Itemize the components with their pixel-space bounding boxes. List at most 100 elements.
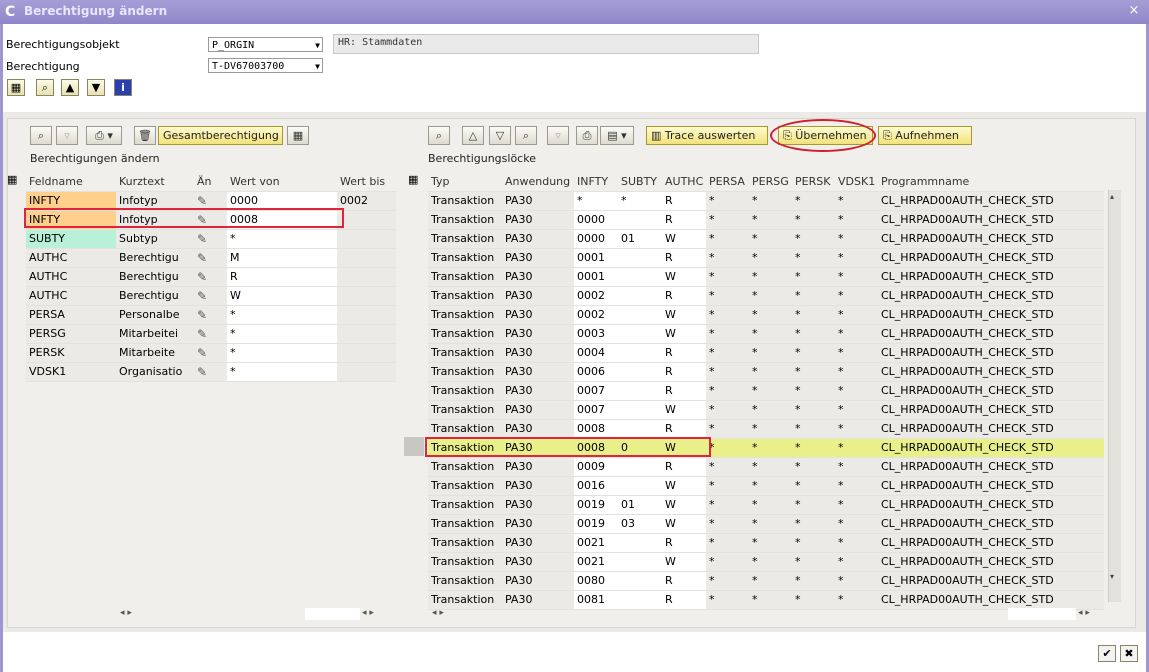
close-icon[interactable]: × — [1127, 4, 1141, 18]
export-icon[interactable]: ▤ ▾ — [600, 126, 634, 145]
table-row[interactable]: AUTHC Berechtigu ✎ W — [26, 286, 396, 306]
table-row[interactable]: AUTHC Berechtigu ✎ M — [26, 248, 396, 268]
value-from-input[interactable]: M — [227, 248, 337, 268]
scroll-left-icon[interactable]: ◂ ▸ — [432, 608, 444, 618]
vertical-scrollbar[interactable] — [1108, 190, 1121, 602]
value-from-input[interactable]: * — [227, 305, 337, 325]
col-header-persk[interactable]: PERSK — [792, 172, 835, 192]
pencil-icon[interactable]: ✎ — [194, 324, 227, 344]
col-header-persa[interactable]: PERSA — [706, 172, 749, 192]
grid-settings-icon[interactable]: ▦ — [408, 173, 418, 186]
value-from-input[interactable]: * — [227, 324, 337, 344]
pencil-icon[interactable]: ✎ — [194, 343, 227, 363]
scroll-left-icon[interactable]: ◂ ▸ — [120, 608, 132, 618]
value-to-input[interactable] — [337, 267, 396, 287]
value-to-input[interactable] — [337, 324, 396, 344]
table-row[interactable]: Transaktion PA30 0081 R * * * * CL_HRPAD00AUTH_C… — [428, 590, 1104, 610]
pencil-icon[interactable]: ✎ — [194, 305, 227, 325]
table-row[interactable]: Transaktion PA30 0006 R * * * * CL_HRPAD00AUTH_C… — [428, 362, 1104, 382]
trace-evaluate-button[interactable]: ▥ Trace auswerten — [646, 126, 768, 145]
table-row[interactable]: AUTHC Berechtigu ✎ R — [26, 267, 396, 287]
value-to-input[interactable] — [337, 248, 396, 268]
pencil-icon[interactable]: ✎ — [194, 286, 227, 306]
col-header-anwendung[interactable]: Anwendung — [502, 172, 574, 192]
value-to-input[interactable] — [337, 286, 396, 306]
scroll-up-icon[interactable]: ▴ — [1110, 192, 1114, 201]
value-from-input[interactable]: * — [227, 362, 337, 382]
col-header-typ[interactable]: Typ — [428, 172, 502, 192]
table-row[interactable]: Transaktion PA30 0001 R * * * * CL_HRPAD00AUTH_C… — [428, 248, 1104, 268]
detail-icon[interactable]: ▦ — [7, 79, 25, 96]
col-header-authc[interactable]: AUTHC — [662, 172, 706, 192]
table-row[interactable]: PERSK Mitarbeite ✎ * — [26, 343, 396, 363]
row-selector[interactable] — [404, 437, 424, 456]
table-row[interactable]: Transaktion PA30 0007 R * * * * CL_HRPAD00AUTH_C… — [428, 381, 1104, 401]
horizontal-scrollbar[interactable] — [305, 608, 360, 620]
pencil-icon[interactable]: ✎ — [194, 362, 227, 382]
col-header-wert-von[interactable]: Wert von — [227, 172, 337, 192]
print-icon[interactable]: ⎙ ▾ — [86, 126, 122, 145]
horizontal-scrollbar[interactable] — [1008, 608, 1076, 620]
sort-desc-icon[interactable]: ▽ — [489, 126, 511, 145]
check-icon[interactable]: ✔ — [1098, 645, 1116, 662]
down-icon[interactable]: ▼ — [87, 79, 105, 96]
object-field[interactable]: P_ORGIN ▼ — [208, 37, 323, 52]
table-row[interactable]: Transaktion PA30 0080 R * * * * CL_HRPAD00AUTH_C… — [428, 571, 1104, 591]
full-authorization-button[interactable]: Gesamtberechtigung — [158, 126, 283, 145]
find-icon[interactable]: ⌕ — [515, 126, 537, 145]
chevron-down-icon[interactable]: ▼ — [315, 38, 320, 53]
auth-field[interactable]: T-DV67003700 ▼ — [208, 58, 323, 73]
pencil-icon[interactable]: ✎ — [194, 248, 227, 268]
table-row[interactable]: PERSA Personalbe ✎ * — [26, 305, 396, 325]
col-header-aen[interactable]: Än — [194, 172, 227, 192]
value-from-input[interactable]: * — [227, 229, 337, 249]
pencil-icon[interactable]: ✎ — [194, 267, 227, 287]
table-row[interactable]: Transaktion PA30 0019 01 W * * * * CL_HRPAD00AUTH… — [428, 495, 1104, 515]
table-row[interactable]: VDSK1 Organisatio ✎ * — [26, 362, 396, 382]
col-header-vdsk1[interactable]: VDSK1 — [835, 172, 878, 192]
col-header-wert-bis[interactable]: Wert bis — [337, 172, 396, 192]
value-from-input[interactable]: * — [227, 343, 337, 363]
table-row[interactable]: Transaktion PA30 0009 R * * * * CL_HRPAD00AUTH_C… — [428, 457, 1104, 477]
col-header-subty[interactable]: SUBTY — [618, 172, 662, 192]
value-to-input[interactable] — [337, 343, 396, 363]
table-row[interactable]: SUBTY Subtyp ✎ * — [26, 229, 396, 249]
table-row[interactable]: Transaktion PA30 0004 R * * * * CL_HRPAD00AUTH_C… — [428, 343, 1104, 363]
table-row[interactable]: PERSG Mitarbeitei ✎ * — [26, 324, 396, 344]
detail-icon[interactable]: ⌕ — [428, 126, 450, 145]
chevron-down-icon[interactable]: ▼ — [315, 59, 320, 74]
cancel-icon[interactable]: ✖ — [1120, 645, 1138, 662]
value-to-input[interactable] — [337, 210, 396, 230]
scroll-right-icon[interactable]: ◂ ▸ — [362, 608, 374, 618]
value-to-input[interactable] — [337, 305, 396, 325]
print-icon[interactable]: ⎙ — [576, 126, 598, 145]
filter-icon[interactable]: ▿ — [547, 126, 569, 145]
value-from-input[interactable]: R — [227, 267, 337, 287]
value-to-input[interactable]: 0002 — [337, 191, 396, 211]
table-row[interactable]: Transaktion PA30 0021 R * * * * CL_HRPAD00AUTH_C… — [428, 533, 1104, 553]
sort-asc-icon[interactable]: △ — [462, 126, 484, 145]
col-header-feldname[interactable]: Feldname — [26, 172, 116, 192]
table-row[interactable]: Transaktion PA30 0001 W * * * * CL_HRPAD00AUTH_C… — [428, 267, 1104, 287]
filter-icon[interactable]: ▿ — [56, 126, 78, 145]
value-to-input[interactable] — [337, 229, 396, 249]
table-row[interactable]: Transaktion PA30 0021 W * * * * CL_HRPAD00AUTH_C… — [428, 552, 1104, 572]
value-from-input[interactable]: W — [227, 286, 337, 306]
col-header-infty[interactable]: INFTY — [574, 172, 618, 192]
up-icon[interactable]: ▲ — [61, 79, 79, 96]
table-row[interactable]: Transaktion PA30 0000 01 W * * * * CL_HRPAD00AUTH… — [428, 229, 1104, 249]
col-header-kurztext[interactable]: Kurztext — [116, 172, 194, 192]
collect-button[interactable]: ⎘ Aufnehmen — [878, 126, 972, 145]
col-header-programmname[interactable]: Programmname — [878, 172, 1104, 192]
table-row[interactable]: Transaktion PA30 0007 W * * * * CL_HRPAD00AUTH_C… — [428, 400, 1104, 420]
value-to-input[interactable] — [337, 362, 396, 382]
table-row[interactable]: Transaktion PA30 0016 W * * * * CL_HRPAD00AUTH_C… — [428, 476, 1104, 496]
col-header-persg[interactable]: PERSG — [749, 172, 792, 192]
search-icon[interactable]: ⌕ — [36, 79, 54, 96]
table-row[interactable]: Transaktion PA30 * * R * * * * CL_HRPAD00AUTH_CHE… — [428, 191, 1104, 211]
table-row[interactable]: Transaktion PA30 0002 W * * * * CL_HRPAD00AUTH_C… — [428, 305, 1104, 325]
scroll-right-icon[interactable]: ◂ ▸ — [1078, 608, 1090, 618]
info-icon[interactable]: i — [114, 79, 132, 96]
table-row[interactable]: Transaktion PA30 0000 R * * * * CL_HRPAD00AUTH_C… — [428, 210, 1104, 230]
pencil-icon[interactable]: ✎ — [194, 229, 227, 249]
